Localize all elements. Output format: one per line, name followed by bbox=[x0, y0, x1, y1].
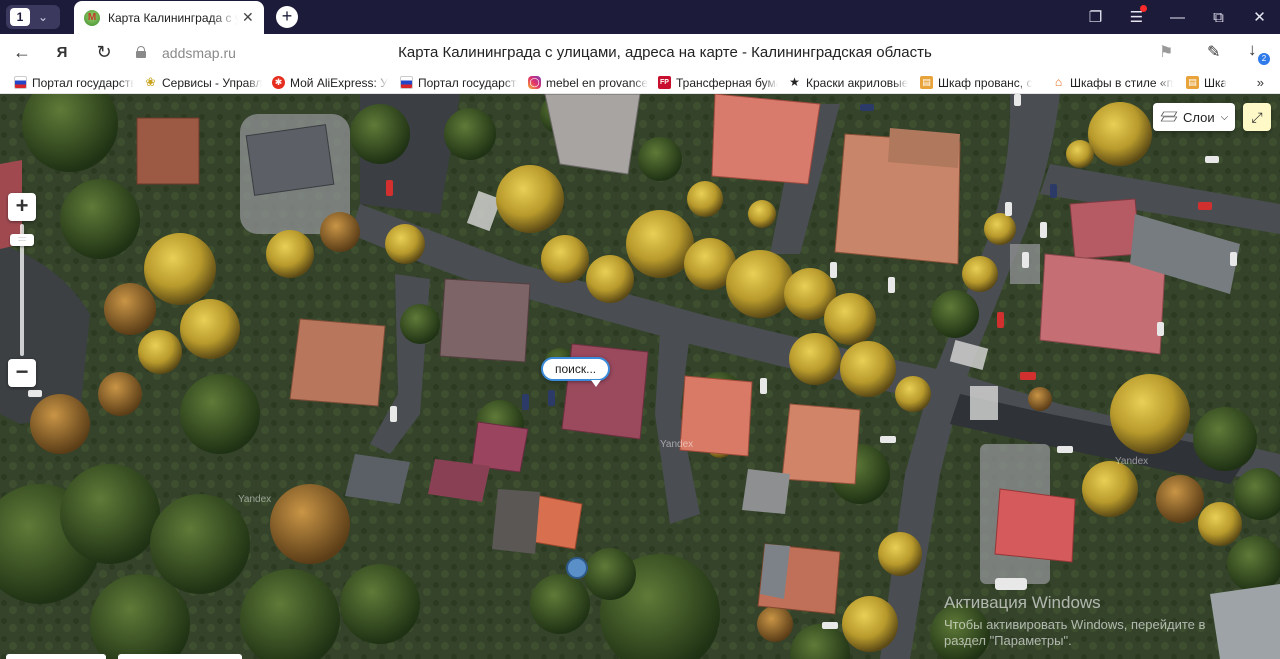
more-bookmarks-button[interactable]: » bbox=[1257, 75, 1264, 90]
instagram-icon: ◯ bbox=[528, 76, 541, 89]
fp-icon: FP bbox=[658, 76, 671, 89]
pool bbox=[566, 557, 588, 579]
window-controls: ❐ ☰ — ⧉ ✕ bbox=[1075, 0, 1280, 34]
satellite-map[interactable]: Yandex Yandex Yandex Слои ⌵ ⤢ + :::: − п… bbox=[0, 94, 1280, 659]
cabinet-icon: ▤ bbox=[1186, 76, 1199, 89]
bookmark-item[interactable]: ❀Сервисы - Управление bbox=[144, 76, 262, 90]
collections-icon[interactable]: ❐ bbox=[1075, 8, 1116, 26]
lock-icon[interactable] bbox=[136, 46, 146, 58]
site-favicon-icon: M bbox=[84, 9, 100, 26]
zoom-in-button[interactable]: + bbox=[8, 193, 36, 221]
activation-line-2: раздел "Параметры". bbox=[944, 633, 1072, 648]
activation-title: Активация Windows bbox=[944, 593, 1101, 612]
satellite-imagery bbox=[0, 94, 1280, 659]
map-terms-link[interactable] bbox=[118, 654, 242, 659]
bookmark-item[interactable]: Портал государственных bbox=[400, 76, 518, 90]
tab-title: Карта Калининграда с улицами bbox=[108, 10, 238, 25]
emblem-icon: ❀ bbox=[145, 75, 156, 89]
yandex-watermark: Yandex bbox=[238, 494, 272, 505]
cabinet-icon: ▤ bbox=[920, 76, 933, 89]
bookmark-item[interactable]: ⌂ Шкафы в стиле «п bbox=[1052, 76, 1176, 90]
plus-icon: + bbox=[15, 193, 29, 218]
bookmark-item[interactable]: Портал государственных bbox=[14, 76, 134, 90]
yandex-watermark: Yandex bbox=[660, 439, 694, 450]
map-copyright-badge[interactable] bbox=[6, 654, 106, 659]
windows-activation-watermark: Активация Windows Чтобы активировать Win… bbox=[944, 593, 1205, 649]
menu-icon[interactable]: ☰ bbox=[1116, 5, 1157, 26]
chevron-down-icon: ⌄ bbox=[38, 10, 49, 24]
collapse-arrows-icon: ⤢ bbox=[1251, 109, 1263, 125]
reload-icon[interactable]: ↻ bbox=[92, 42, 116, 63]
zoom-slider-thumb[interactable]: :::: bbox=[10, 234, 34, 246]
back-arrow-icon[interactable]: ← bbox=[10, 42, 34, 63]
close-tab-icon[interactable]: ✕ bbox=[242, 9, 254, 26]
address-bar: ← Я ↻ addsmap.ru Карта Калининграда с ул… bbox=[0, 34, 1280, 72]
minus-icon: − bbox=[15, 359, 29, 384]
bookmark-item[interactable]: FPТрансферная бумага bbox=[658, 76, 778, 90]
layers-icon bbox=[1160, 110, 1178, 124]
bookmark-item[interactable]: ◯ mebel en provance bbox=[528, 76, 648, 90]
bookmark-item[interactable]: ✱ Мой AliExpress: У bbox=[272, 76, 390, 90]
minimize-button[interactable]: — bbox=[1157, 9, 1198, 26]
search-marker-label: поиск... bbox=[555, 362, 597, 376]
layers-label: Слои bbox=[1183, 109, 1215, 125]
extensions-icon[interactable]: ✎ bbox=[1207, 42, 1220, 62]
aliexpress-icon: ✱ bbox=[272, 76, 285, 89]
download-count-badge: 2 bbox=[1258, 53, 1270, 65]
tab-count: 1 bbox=[10, 8, 30, 26]
russia-flag-icon bbox=[400, 76, 413, 89]
maximize-button[interactable]: ⧉ bbox=[1198, 9, 1239, 26]
bookmark-item[interactable]: ▤ Шка bbox=[1186, 76, 1226, 90]
tab-strip: 1 ⌄ M Карта Калининграда с улицами ✕ + ❐… bbox=[0, 0, 1280, 34]
yandex-logo-icon[interactable]: Я bbox=[50, 44, 74, 61]
close-window-button[interactable]: ✕ bbox=[1239, 8, 1280, 26]
star-icon: ★ bbox=[789, 75, 800, 89]
search-marker[interactable]: поиск... bbox=[541, 357, 611, 387]
activation-line-1: Чтобы активировать Windows, перейдите в bbox=[944, 617, 1206, 632]
bookmark-item[interactable]: ★ Краски акриловые bbox=[788, 76, 910, 90]
bookmark-item[interactable]: ▤ Шкаф прованс, с bbox=[920, 76, 1042, 90]
active-tab[interactable]: M Карта Калининграда с улицами ✕ bbox=[74, 1, 264, 34]
yandex-watermark: Yandex bbox=[1115, 456, 1149, 467]
fullscreen-button[interactable]: ⤢ bbox=[1243, 103, 1271, 131]
bookmarks-bar: Портал государственных ❀Сервисы - Управл… bbox=[0, 72, 1280, 94]
page-title[interactable]: Карта Калининграда с улицами, адреса на … bbox=[320, 44, 1010, 61]
url-domain[interactable]: addsmap.ru bbox=[162, 45, 236, 61]
download-icon[interactable]: ↓ bbox=[1248, 40, 1257, 60]
notification-dot bbox=[1140, 5, 1147, 12]
house-icon: ⌂ bbox=[1054, 75, 1063, 89]
russia-flag-icon bbox=[14, 76, 27, 89]
new-tab-button[interactable]: + bbox=[276, 6, 298, 28]
zoom-out-button[interactable]: − bbox=[8, 359, 36, 387]
chevron-down-icon: ⌵ bbox=[1220, 111, 1229, 123]
bookmark-icon[interactable]: ⚑ bbox=[1159, 42, 1173, 62]
layers-button[interactable]: Слои ⌵ bbox=[1153, 103, 1235, 131]
tab-counter-button[interactable]: 1 ⌄ bbox=[6, 5, 60, 29]
